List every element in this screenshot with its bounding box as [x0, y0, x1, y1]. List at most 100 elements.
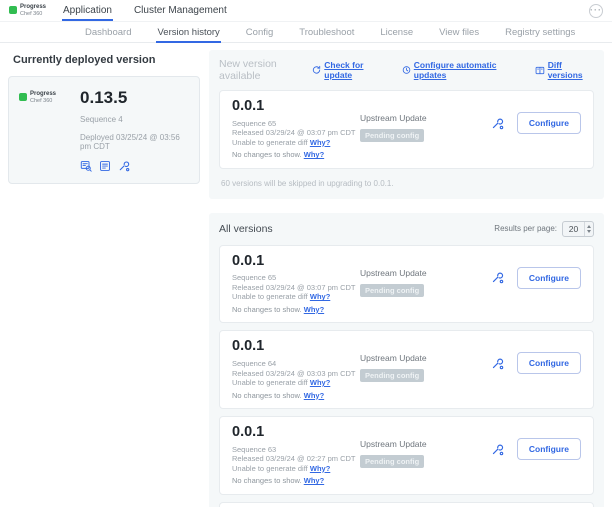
skipped-versions-note: 60 versions will be skipped in upgrading…: [221, 179, 594, 188]
diff-error-why-link[interactable]: Why?: [310, 378, 330, 387]
brand-logo-text: Progress Chef 360: [20, 4, 46, 17]
new-version-card: 0.0.1 Sequence 65 Released 03/29/24 @ 03…: [219, 90, 594, 169]
configure-button[interactable]: Configure: [517, 267, 581, 289]
app-logo-name: Progress: [30, 91, 56, 98]
version-row: 0.0.1 Sequence 62 Released 03/29/24 @ 02…: [219, 502, 594, 507]
changes-note-text: No changes to show.: [232, 391, 302, 400]
diff-icon[interactable]: [80, 160, 92, 172]
deployed-version-card: Progress Chef 360 0.13.5 Sequence 4 Depl…: [8, 76, 200, 184]
brand-logo: Progress Chef 360: [9, 4, 46, 17]
new-version-title: New version available: [219, 58, 312, 82]
configure-button[interactable]: Configure: [517, 112, 581, 134]
subnav-item[interactable]: Dashboard: [84, 22, 132, 42]
changes-why-link[interactable]: Why?: [304, 305, 324, 314]
brand-product: Chef 360: [20, 11, 46, 17]
refresh-icon: [312, 65, 321, 75]
subnav-item-label: Dashboard: [85, 27, 131, 38]
version-number: 0.0.1: [232, 338, 360, 355]
version-number: 0.0.1: [232, 424, 360, 441]
version-released: Released 03/29/24 @ 02:27 pm CDT: [232, 454, 360, 464]
wrench-icon[interactable]: [491, 357, 504, 370]
status-badge: Pending config: [360, 284, 424, 297]
version-row: 0.0.1 Sequence 63 Released 03/29/24 @ 02…: [219, 416, 594, 495]
subnav-item-label: Troubleshoot: [299, 27, 354, 38]
wrench-icon[interactable]: [118, 160, 130, 172]
deployed-version-number: 0.13.5: [80, 88, 189, 108]
diff-error-note: Unable to generate diff Why?: [232, 138, 360, 148]
version-sequence: Sequence 63: [232, 445, 360, 455]
diff-error-note: Unable to generate diff Why?: [232, 464, 360, 474]
changes-why-link[interactable]: Why?: [304, 476, 324, 485]
brand-name: Progress: [20, 4, 46, 11]
header-tab[interactable]: Application: [62, 0, 113, 21]
header-tab-label: Application: [63, 5, 112, 16]
status-badge: Pending config: [360, 129, 424, 142]
subnav-item[interactable]: Config: [245, 22, 274, 42]
subnav-item[interactable]: Registry settings: [504, 22, 576, 42]
diff-error-why-link[interactable]: Why?: [310, 464, 330, 473]
diff-versions-icon: [535, 65, 545, 76]
diff-error-note: Unable to generate diff Why?: [232, 378, 360, 388]
subnav-item-label: Registry settings: [505, 27, 575, 38]
all-versions-section: All versions Results per page: 20 0: [209, 213, 604, 507]
deployed-panel-title: Currently deployed version: [13, 54, 200, 66]
diff-versions-label: Diff versions: [548, 60, 594, 80]
changes-why-link[interactable]: Why?: [304, 391, 324, 400]
subnav-item-label: Version history: [157, 27, 219, 38]
app-logo-product: Chef 360: [30, 98, 56, 104]
app-logo: Progress Chef 360: [19, 88, 72, 172]
configure-automatic-updates-label: Configure automatic updates: [414, 60, 520, 80]
diff-versions-link[interactable]: Diff versions: [535, 60, 594, 80]
version-released: Released 03/29/24 @ 03:07 pm CDT: [232, 283, 360, 293]
subnav-item[interactable]: Version history: [156, 22, 220, 42]
results-per-page-label: Results per page:: [494, 224, 557, 233]
version-row: 0.0.1 Sequence 65 Released 03/29/24 @ 03…: [219, 245, 594, 324]
check-for-update-link[interactable]: Check for update: [312, 60, 387, 80]
version-number: 0.0.1: [232, 98, 360, 115]
version-rows: 0.0.1 Sequence 65 Released 03/29/24 @ 03…: [219, 245, 594, 507]
version-source: Upstream Update: [360, 439, 491, 449]
version-history-main: New version available Check for update C…: [209, 50, 604, 507]
version-sequence: Sequence 65: [232, 273, 360, 283]
results-per-page-select[interactable]: 20: [562, 221, 594, 237]
subnav-item[interactable]: License: [379, 22, 414, 42]
wrench-icon[interactable]: [491, 271, 504, 284]
version-released: Released 03/29/24 @ 03:03 pm CDT: [232, 369, 360, 379]
changes-note: No changes to show. Why?: [232, 305, 360, 315]
changes-why-link[interactable]: Why?: [304, 150, 324, 159]
header-tab[interactable]: Cluster Management: [133, 0, 228, 21]
wrench-icon[interactable]: [491, 117, 504, 130]
diff-error-text: Unable to generate diff: [232, 464, 308, 473]
top-bar: Progress Chef 360 Application Cluster Ma…: [0, 0, 612, 22]
clock-icon: [402, 65, 411, 75]
version-number: 0.0.1: [232, 253, 360, 270]
version-sequence: Sequence 65: [232, 119, 360, 129]
version-source: Upstream Update: [360, 113, 491, 123]
diff-error-note: Unable to generate diff Why?: [232, 292, 360, 302]
subnav-item[interactable]: View files: [438, 22, 480, 42]
edit-config-icon[interactable]: [99, 160, 111, 172]
diff-error-why-link[interactable]: Why?: [310, 292, 330, 301]
subnav-item-label: View files: [439, 27, 479, 38]
deployed-sequence: Sequence 4: [80, 115, 189, 124]
changes-note-text: No changes to show.: [232, 476, 302, 485]
subnav-item[interactable]: Troubleshoot: [298, 22, 355, 42]
configure-button[interactable]: Configure: [517, 438, 581, 460]
configure-button[interactable]: Configure: [517, 352, 581, 374]
diff-error-text: Unable to generate diff: [232, 292, 308, 301]
diff-error-text: Unable to generate diff: [232, 378, 308, 387]
app-subnav: Dashboard Version history Config Trouble…: [0, 22, 612, 43]
version-row: 0.0.1 Sequence 64 Released 03/29/24 @ 03…: [219, 330, 594, 409]
deployed-timestamp: Deployed 03/25/24 @ 03:56 pm CDT: [80, 133, 189, 151]
stepper-arrows-icon: [584, 222, 593, 236]
version-sequence: Sequence 64: [232, 359, 360, 369]
ellipsis-menu-icon[interactable]: [589, 4, 603, 18]
wrench-icon[interactable]: [491, 443, 504, 456]
version-source: Upstream Update: [360, 353, 491, 363]
new-version-section: New version available Check for update C…: [209, 50, 604, 199]
diff-error-why-link[interactable]: Why?: [310, 138, 330, 147]
configure-automatic-updates-link[interactable]: Configure automatic updates: [402, 60, 520, 80]
changes-note: No changes to show. Why?: [232, 391, 360, 401]
changes-note-text: No changes to show.: [232, 305, 302, 314]
status-badge: Pending config: [360, 455, 424, 468]
